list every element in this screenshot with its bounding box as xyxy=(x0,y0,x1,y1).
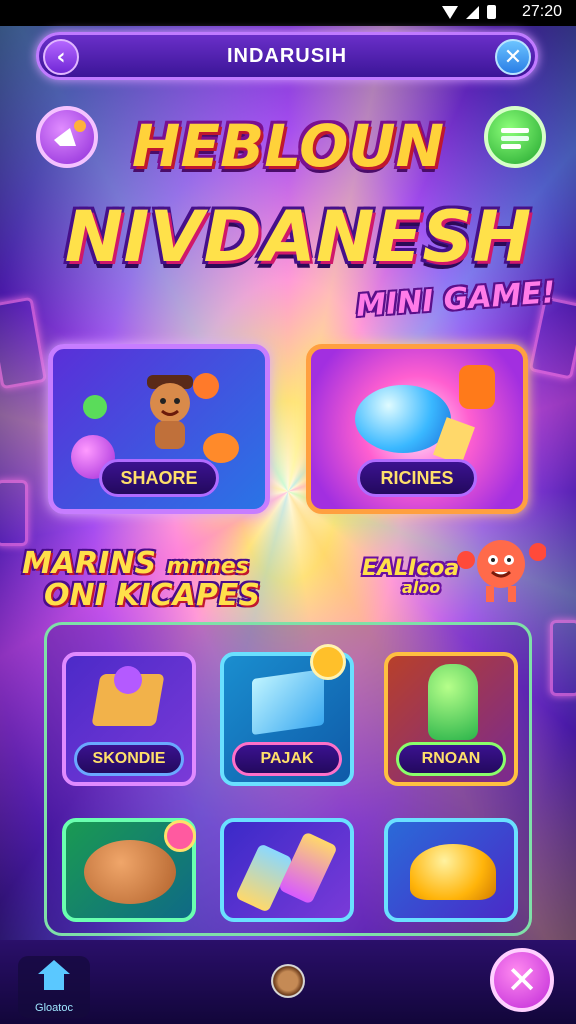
cellular-icon xyxy=(466,5,479,19)
game-tile-2[interactable]: PAJAK xyxy=(220,644,354,786)
status-bar: 27:20 xyxy=(0,0,576,26)
cookie-character-icon xyxy=(84,840,176,904)
orange-gem-icon xyxy=(203,433,239,463)
home-button[interactable]: Gloatoc xyxy=(18,956,90,1018)
orange-ball-icon xyxy=(193,373,219,399)
game-tile-4[interactable] xyxy=(62,818,196,922)
hero-title-line2: NIVDANESH xyxy=(64,196,532,278)
featured-label-1: SHAORE xyxy=(99,459,219,497)
exit-button[interactable]: ✕ xyxy=(490,948,554,1012)
green-ball-icon xyxy=(83,395,107,419)
game-label-3: RNOAN xyxy=(396,742,506,776)
side-label-line2: aloo xyxy=(402,578,441,597)
blue-card-icon xyxy=(252,668,324,736)
badge-icon xyxy=(164,820,196,852)
decor-frame xyxy=(0,480,28,546)
green-slime-icon xyxy=(428,664,478,740)
game-tile-1[interactable]: SKONDIE xyxy=(62,652,196,786)
purple-gem-icon xyxy=(114,666,142,694)
home-icon xyxy=(38,960,70,990)
section-title-line1: MARINS xyxy=(22,546,157,581)
exit-x-icon: ✕ xyxy=(506,958,538,1002)
hero-subtitle: MINI GAME! xyxy=(355,275,557,324)
candy-stick-2-icon xyxy=(278,831,338,905)
game-tile-5[interactable] xyxy=(220,818,354,922)
featured-card-1[interactable]: SHAORE xyxy=(48,344,270,514)
game-tile-6[interactable] xyxy=(384,818,518,922)
battery-icon xyxy=(487,5,496,19)
side-label-line1: EALIcoa xyxy=(362,556,460,581)
decor-frame xyxy=(0,296,48,390)
featured-card-2[interactable]: RICINES xyxy=(306,344,528,514)
side-label: EALIcoa aloo xyxy=(362,558,459,596)
signal-icon xyxy=(442,5,458,19)
home-label: Gloatoc xyxy=(35,1002,73,1014)
orange-pot-icon xyxy=(459,365,495,409)
crab-mascot-icon xyxy=(457,540,546,602)
hero-title-line1: HEBLOUN xyxy=(131,112,445,180)
center-nav-button[interactable] xyxy=(271,964,305,998)
status-time: 27:20 xyxy=(521,3,562,20)
decor-frame xyxy=(550,620,576,696)
section-title-small: mnnes xyxy=(166,554,249,579)
game-label-1: SKONDIE xyxy=(74,742,184,776)
section-title-line2: ONI KICAPES xyxy=(44,577,260,613)
timer-badge-icon xyxy=(310,644,346,680)
top-bar-title: INDARUSIH xyxy=(226,45,348,67)
close-icon: ✕ xyxy=(503,44,523,70)
section-title: MARINS mnnes ONI KICAPES xyxy=(22,548,260,611)
golden-dome-icon xyxy=(410,844,496,900)
status-icons xyxy=(442,5,496,19)
close-button[interactable]: ✕ xyxy=(495,39,531,75)
top-bar: ‹ INDARUSIH ✕ xyxy=(36,32,538,80)
game-tile-3[interactable]: RNOAN xyxy=(384,652,518,786)
featured-label-2: RICINES xyxy=(357,459,477,497)
game-label-2: PAJAK xyxy=(232,742,342,776)
